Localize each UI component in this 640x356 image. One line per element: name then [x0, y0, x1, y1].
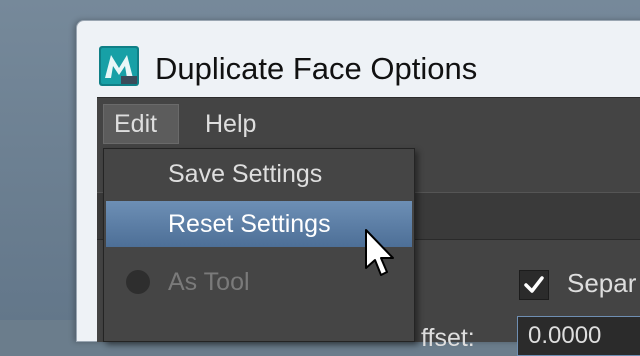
menu-item-label: As Tool: [168, 268, 250, 296]
title-bar[interactable]: Duplicate Face Options: [77, 21, 640, 97]
offset-label: ffset:: [421, 324, 475, 352]
separate-label: Separ: [567, 268, 637, 298]
arrow-cursor-icon: [365, 229, 394, 276]
duplicate-face-options-window: Duplicate Face Options Edit Help Separ f…: [76, 20, 640, 356]
maya-app-icon: [99, 46, 139, 86]
menu-item-label: Reset Settings: [168, 210, 331, 238]
offset-input[interactable]: 0.0000: [517, 316, 640, 356]
menu-help[interactable]: Help: [205, 104, 256, 144]
dialog-client-area: Edit Help Separ ffset: 0.0000 Save Setti…: [97, 97, 640, 356]
menu-edit[interactable]: Edit: [103, 104, 179, 144]
separate-checkbox[interactable]: [519, 270, 549, 300]
check-icon: [524, 276, 544, 293]
radio-icon: [126, 270, 150, 294]
menu-item-label: Save Settings: [168, 160, 323, 188]
window-title: Duplicate Face Options: [155, 51, 478, 86]
menu-item-save-settings[interactable]: Save Settings: [106, 151, 412, 197]
menu-bar: Edit Help: [97, 98, 640, 148]
